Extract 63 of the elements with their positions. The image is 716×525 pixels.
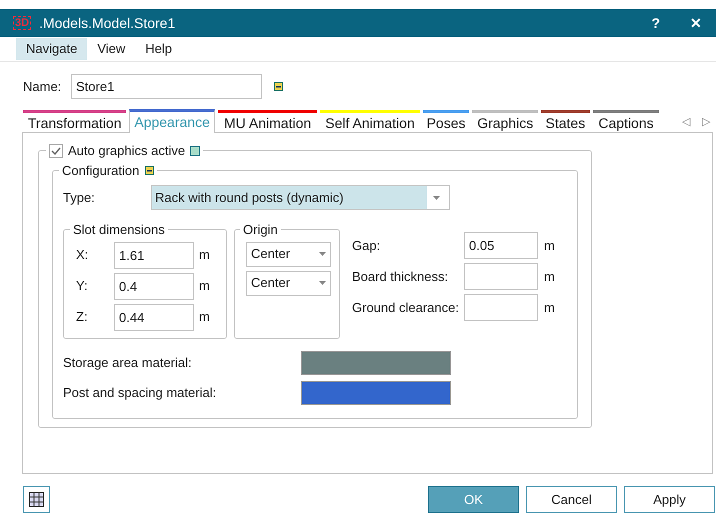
dropdown-value: Center <box>251 274 292 292</box>
group-title: Configuration <box>62 162 140 180</box>
input-field[interactable] <box>464 294 538 321</box>
tab[interactable]: Captions <box>592 110 660 132</box>
help-button[interactable]: ? <box>651 12 660 34</box>
unit-label: m <box>199 277 210 296</box>
dropdown-value: Rack with round posts (dynamic) <box>155 188 344 207</box>
field-label: Gap: <box>352 236 382 255</box>
field-label: Z: <box>76 308 89 326</box>
group-title: Origin <box>242 221 279 239</box>
field-label: X: <box>76 246 90 264</box>
input-field[interactable] <box>464 263 538 290</box>
menu-item[interactable]: Help <box>135 38 182 60</box>
status-icon <box>145 166 154 175</box>
close-button[interactable]: ✕ <box>690 12 702 34</box>
status-icon <box>274 82 283 91</box>
scroll-right-button[interactable]: ▷ <box>696 112 716 132</box>
checkbox-label: Auto graphics active <box>68 142 186 160</box>
app-logo: 3D <box>13 16 32 30</box>
caret-icon <box>319 281 326 285</box>
type-label: Type: <box>63 188 96 207</box>
field-label: Y: <box>76 277 89 296</box>
input-field[interactable]: 0.05 <box>464 232 538 259</box>
dialog-button[interactable]: Apply <box>624 486 715 513</box>
field-label: Storage area material: <box>63 354 193 372</box>
type-dropdown[interactable]: Rack with round posts (dynamic) <box>151 185 450 210</box>
material-swatch[interactable] <box>301 381 451 405</box>
field-label: Post and spacing material: <box>63 384 218 402</box>
status-icon <box>190 146 200 156</box>
dialog-button[interactable]: Cancel <box>526 486 617 513</box>
checkbox[interactable] <box>49 144 63 158</box>
input-field[interactable]: 0.4 <box>114 272 194 300</box>
input-field[interactable]: 0.44 <box>114 304 194 330</box>
unit-label: m <box>544 236 555 255</box>
tab[interactable]: Poses <box>422 110 470 132</box>
dropdown-value: Center <box>251 245 292 264</box>
tab[interactable]: States <box>541 110 590 132</box>
field-label: Board thickness: <box>352 268 450 286</box>
tab[interactable]: Transformation <box>23 110 126 132</box>
unit-label: m <box>199 308 210 326</box>
grid-icon <box>29 492 44 507</box>
checkmark-icon <box>51 146 61 155</box>
group-title: Slot dimensions <box>72 221 166 239</box>
input-field[interactable]: 1.61 <box>114 242 194 268</box>
menu-item[interactable]: Navigate <box>16 38 88 60</box>
caret-icon <box>433 196 440 200</box>
origin-dropdown[interactable]: Center <box>246 270 331 296</box>
grid-button[interactable] <box>23 486 50 513</box>
menu-item[interactable]: View <box>87 38 136 60</box>
material-swatch[interactable] <box>301 351 451 375</box>
unit-label: m <box>544 268 555 286</box>
caret-icon <box>319 252 326 256</box>
field-label: Ground clearance: <box>352 298 460 317</box>
unit-label: m <box>544 298 555 317</box>
window-title: .Models.Model.Store1 <box>39 14 176 32</box>
unit-label: m <box>199 246 210 264</box>
scroll-left-button[interactable]: ◁ <box>676 112 696 132</box>
tab[interactable]: MU Animation <box>218 110 318 132</box>
tab[interactable]: Graphics <box>472 110 538 132</box>
name-field[interactable]: Store1 <box>71 74 262 99</box>
tab[interactable]: Self Animation <box>320 110 420 132</box>
origin-dropdown[interactable]: Center <box>246 242 331 266</box>
name-label: Name: <box>23 78 62 96</box>
